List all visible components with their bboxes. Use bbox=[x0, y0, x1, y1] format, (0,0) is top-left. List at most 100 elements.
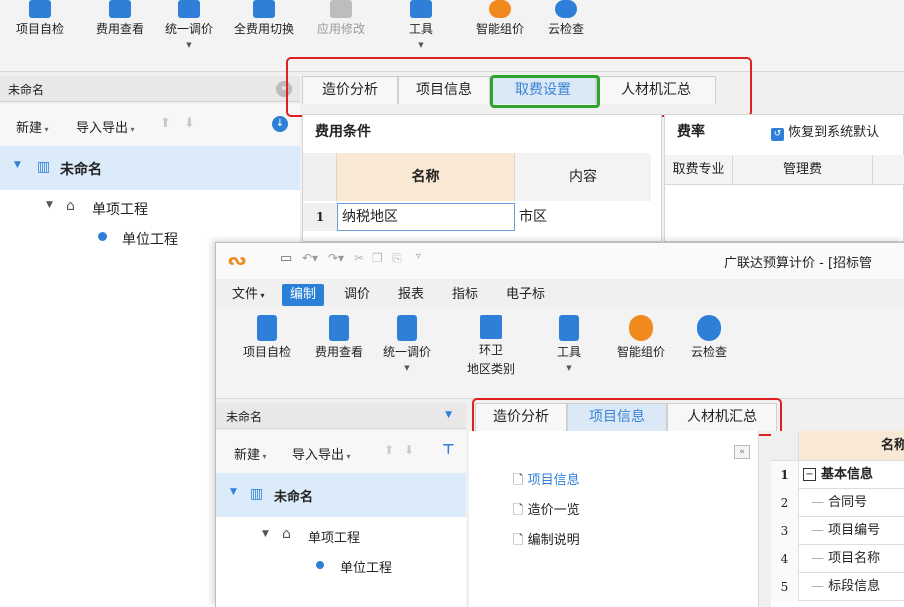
new-button[interactable]: 新建 ▾ bbox=[234, 444, 267, 463]
move-down-icon[interactable]: ⬇ bbox=[184, 116, 195, 131]
chevron-down-icon[interactable]: ▼ bbox=[388, 41, 454, 49]
chevron-down-icon[interactable]: ▼ bbox=[534, 364, 604, 372]
tree-item-root[interactable]: ▼ ▥ 未命名 bbox=[216, 473, 466, 517]
pin-icon[interactable]: ⊤ bbox=[442, 442, 455, 458]
smart-price-button[interactable]: 智能组价 bbox=[606, 315, 676, 360]
nav-item-cost-overview[interactable]: 🗋 造价一览 bbox=[513, 499, 580, 523]
apply-icon bbox=[330, 0, 352, 18]
tree-item-leaf[interactable]: 单位工程 bbox=[216, 549, 466, 581]
fee-conditions-title: 费用条件 bbox=[315, 124, 371, 140]
cell-city[interactable]: 市区 bbox=[515, 203, 651, 231]
region-icon bbox=[480, 315, 502, 339]
cost-view-icon bbox=[109, 0, 131, 18]
house-icon: ⌂ bbox=[66, 198, 75, 214]
project-check-button[interactable]: 项目自检 bbox=[232, 315, 302, 360]
cost-view-icon bbox=[329, 315, 349, 341]
cost-view-button[interactable]: 费用查看 bbox=[84, 0, 156, 37]
col-header-name: 名称 bbox=[799, 431, 904, 461]
title-bar: ᔓ ▭ ↶▾ ↷▾ ✂ ❐ ⎘ ▿ 广联达预算计价 - [招标管 bbox=[216, 243, 904, 279]
move-up-icon[interactable]: ⬆ bbox=[384, 443, 394, 457]
menu-report[interactable]: 报表 bbox=[390, 284, 432, 306]
import-export-button[interactable]: 导入导出 ▾ bbox=[292, 444, 351, 463]
table-row[interactable]: 2 — 合同号 bbox=[771, 489, 904, 517]
price-adjust-button[interactable]: 统一调价 ▼ bbox=[154, 0, 224, 49]
menu-file[interactable]: 文件 ▾ bbox=[224, 284, 273, 306]
undo-icon[interactable]: ↶▾ bbox=[302, 251, 318, 265]
checklist-icon bbox=[257, 315, 277, 341]
cloud-check-icon bbox=[555, 0, 577, 18]
expand-icon[interactable]: ▼ bbox=[262, 529, 269, 539]
expand-icon[interactable]: ▼ bbox=[14, 160, 21, 170]
move-up-icon[interactable]: ⬆ bbox=[160, 116, 171, 131]
restore-icon: ↺ bbox=[771, 128, 784, 141]
menu-index[interactable]: 指标 bbox=[444, 284, 486, 306]
collapse-icon[interactable]: « bbox=[734, 445, 750, 459]
house-icon: ⌂ bbox=[282, 526, 291, 542]
document-icon: 🗋 bbox=[513, 473, 524, 488]
import-export-button[interactable]: 导入导出 ▾ bbox=[76, 117, 135, 136]
dropdown-icon[interactable]: ▼ bbox=[445, 410, 452, 420]
customize-icon[interactable]: ▿ bbox=[416, 251, 421, 262]
document-icon: 🗋 bbox=[513, 503, 524, 518]
menu-electronic-bid[interactable]: 电子标 bbox=[498, 284, 553, 306]
cell-tax-region[interactable]: 纳税地区 bbox=[337, 203, 515, 231]
price-adjust-button[interactable]: 统一调价 ▼ bbox=[372, 315, 442, 372]
app-logo-icon: ᔓ bbox=[228, 250, 247, 269]
switch-icon bbox=[253, 0, 275, 18]
document-icon: 🗋 bbox=[513, 533, 524, 548]
cloud-check-button[interactable]: 云检查 bbox=[534, 0, 598, 37]
menu-edit[interactable]: 编制 bbox=[282, 284, 325, 306]
apply-changes-button[interactable]: 应用修改 bbox=[306, 0, 376, 37]
move-down-icon[interactable]: ⬇ bbox=[404, 443, 414, 457]
cloud-check-button[interactable]: 云检查 bbox=[674, 315, 744, 360]
sidebar-header: 未命名 « bbox=[0, 76, 300, 102]
tree-item-child[interactable]: ▼ ⌂ 单项工程 bbox=[216, 517, 466, 549]
tools-icon bbox=[410, 0, 432, 18]
smart-price-button[interactable]: 智能组价 bbox=[464, 0, 536, 37]
chevron-down-icon[interactable]: ▼ bbox=[154, 41, 224, 49]
smart-price-icon bbox=[629, 315, 653, 341]
sidebar-toolbar: 新建 ▾ 导入导出 ▾ ⬆ ⬇ ↓ bbox=[0, 104, 300, 146]
save-icon[interactable]: ▭ bbox=[280, 251, 292, 266]
project-check-button[interactable]: 项目自检 bbox=[6, 0, 74, 37]
cost-view-button[interactable]: 费用查看 bbox=[304, 315, 374, 360]
redo-icon[interactable]: ↷▾ bbox=[328, 251, 344, 265]
region-category-button[interactable]: 环卫 地区类别 bbox=[456, 315, 526, 377]
building-icon: ▥ bbox=[37, 159, 51, 175]
project-tree: ▼ ▥ 未命名 ▼ ⌂ 单项工程 单位工程 bbox=[216, 473, 466, 607]
tree-item-child[interactable]: ▼ ⌂ 单项工程 bbox=[0, 190, 300, 222]
chevron-down-icon[interactable]: ▼ bbox=[372, 364, 442, 372]
nav-item-project-info[interactable]: 🗋 项目信息 bbox=[513, 469, 580, 493]
collapse-row-icon[interactable]: − bbox=[803, 468, 816, 481]
rates-panel: 费率 ↺ 恢复到系统默认 取费专业 管理费 bbox=[664, 114, 904, 242]
new-button[interactable]: 新建 ▾ bbox=[16, 117, 49, 136]
table-row[interactable]: 1 − 基本信息 bbox=[771, 461, 904, 489]
tools-button[interactable]: 工具 ▼ bbox=[534, 315, 604, 372]
building-icon: ▥ bbox=[250, 486, 264, 502]
full-cost-switch-button[interactable]: 全费用切换 bbox=[226, 0, 302, 37]
copy-icon[interactable]: ❐ bbox=[372, 251, 383, 265]
sidebar-title: 未命名 bbox=[226, 410, 263, 424]
sidebar-header: 未命名 ▼ bbox=[216, 403, 466, 429]
rates-title: 费率 bbox=[677, 124, 705, 140]
nav-item-compilation-notes[interactable]: 🗋 编制说明 bbox=[513, 529, 580, 553]
price-adjust-icon bbox=[178, 0, 200, 18]
table-row[interactable]: 4 — 项目名称 bbox=[771, 545, 904, 573]
tools-icon bbox=[559, 315, 579, 341]
col-header-management-fee: 管理费 bbox=[733, 155, 873, 185]
expand-icon[interactable]: ▼ bbox=[230, 487, 237, 497]
price-adjust-icon bbox=[397, 315, 417, 341]
cut-icon[interactable]: ✂ bbox=[354, 251, 364, 265]
tools-button[interactable]: 工具 ▼ bbox=[388, 0, 454, 49]
tree-item-root[interactable]: ▼ ▥ 未命名 bbox=[0, 146, 300, 190]
expand-icon[interactable]: ▼ bbox=[46, 200, 53, 210]
sidebar-toolbar: 新建 ▾ 导入导出 ▾ ⬆ ⬇ ⊤ bbox=[216, 431, 466, 473]
download-icon[interactable]: ↓ bbox=[272, 116, 288, 132]
sidebar-title: 未命名 bbox=[8, 83, 45, 97]
menu-adjust-price[interactable]: 调价 bbox=[336, 284, 378, 306]
project-info-nav: « 🗋 项目信息 🗋 造价一览 🗋 编制说明 bbox=[469, 431, 759, 607]
table-row[interactable]: 5 — 标段信息 bbox=[771, 573, 904, 601]
paste-icon[interactable]: ⎘ bbox=[392, 251, 402, 266]
restore-default-button[interactable]: ↺ 恢复到系统默认 bbox=[771, 121, 879, 141]
table-row[interactable]: 3 — 项目编号 bbox=[771, 517, 904, 545]
